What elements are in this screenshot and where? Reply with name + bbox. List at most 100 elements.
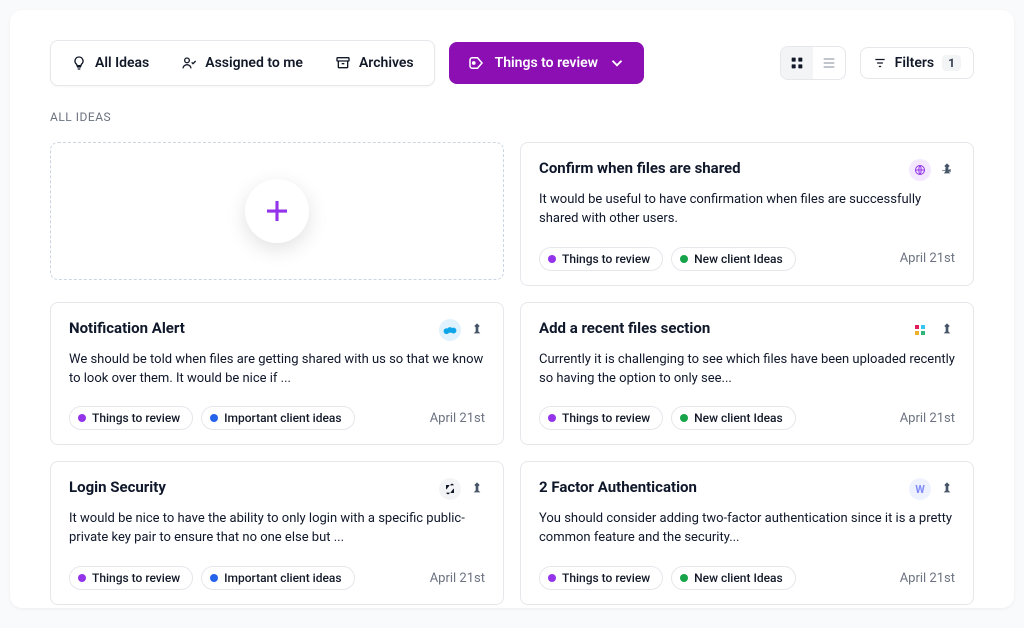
- card-tags: Things to review New client Ideas: [539, 406, 796, 430]
- card-header: 2 Factor Authentication W: [539, 478, 955, 500]
- source-slack-icon: [909, 319, 931, 341]
- plus-icon: [262, 196, 292, 226]
- card-tags: Things to review Important client ideas: [69, 406, 355, 430]
- card-header: Add a recent files section: [539, 319, 955, 341]
- tag-icon: [467, 54, 485, 72]
- list-icon: [821, 55, 837, 71]
- view-list-button[interactable]: [813, 47, 845, 79]
- section-label: ALL IDEAS: [50, 110, 974, 124]
- idea-card[interactable]: Add a recent files section Currently it …: [520, 302, 974, 446]
- card-title: Notification Alert: [69, 319, 185, 337]
- pin-icon[interactable]: [469, 481, 485, 497]
- source-salesforce-icon: [439, 319, 461, 341]
- filters-label: Filters: [895, 55, 934, 71]
- user-check-icon: [181, 55, 197, 71]
- tab-label: Things to review: [495, 55, 598, 71]
- card-footer: Things to review Important client ideas …: [69, 406, 485, 430]
- dot-icon: [210, 414, 218, 422]
- card-icons: [909, 319, 955, 341]
- card-title: Confirm when files are shared: [539, 159, 741, 177]
- tabs-pill: All Ideas Assigned to me Archives: [50, 40, 435, 86]
- card-description: You should consider adding two-factor au…: [539, 510, 955, 548]
- source-globe-icon: [909, 159, 931, 181]
- card-icons: [439, 478, 485, 500]
- card-tags: Things to review New client Ideas: [539, 247, 796, 271]
- source-w-icon: W: [909, 478, 931, 500]
- card-footer: Things to review New client Ideas April …: [539, 566, 955, 590]
- card-title: Login Security: [69, 478, 166, 496]
- filter-icon: [873, 56, 887, 70]
- dot-icon: [548, 574, 556, 582]
- card-description: Currently it is challenging to see which…: [539, 351, 955, 389]
- tag-things-to-review[interactable]: Things to review: [539, 566, 663, 590]
- tab-label: All Ideas: [95, 55, 149, 71]
- tabs: All Ideas Assigned to me Archives Things…: [50, 40, 644, 86]
- dot-icon: [548, 255, 556, 263]
- tag-things-to-review[interactable]: Things to review: [539, 247, 663, 271]
- idea-card[interactable]: Login Security It would be nice to have …: [50, 461, 504, 605]
- dot-icon: [78, 414, 86, 422]
- archive-icon: [335, 55, 351, 71]
- tab-assigned-to-me[interactable]: Assigned to me: [167, 47, 317, 79]
- tag-things-to-review[interactable]: Things to review: [69, 566, 193, 590]
- tab-label: Archives: [359, 55, 414, 71]
- card-header: Notification Alert: [69, 319, 485, 341]
- card-footer: Things to review New client Ideas April …: [539, 247, 955, 271]
- dot-icon: [680, 414, 688, 422]
- tag-things-to-review[interactable]: Things to review: [539, 406, 663, 430]
- card-title: 2 Factor Authentication: [539, 478, 697, 496]
- card-description: It would be useful to have confirmation …: [539, 191, 955, 229]
- dot-icon: [680, 574, 688, 582]
- view-grid-button[interactable]: [781, 47, 813, 79]
- pin-icon[interactable]: [469, 322, 485, 338]
- new-idea-card[interactable]: [50, 142, 504, 280]
- lightbulb-icon: [71, 55, 87, 71]
- tab-all-ideas[interactable]: All Ideas: [57, 47, 163, 79]
- view-toggle: [780, 46, 846, 80]
- card-description: We should be told when files are getting…: [69, 351, 485, 389]
- filters-button[interactable]: Filters 1: [860, 47, 974, 79]
- idea-card[interactable]: Confirm when files are shared It would b…: [520, 142, 974, 286]
- dot-icon: [210, 574, 218, 582]
- dot-icon: [680, 255, 688, 263]
- card-date: April 21st: [430, 411, 485, 426]
- tab-archives[interactable]: Archives: [321, 47, 428, 79]
- tag-new-client-ideas[interactable]: New client Ideas: [671, 247, 796, 271]
- card-icons: [909, 159, 955, 181]
- card-date: April 21st: [430, 571, 485, 586]
- card-tags: Things to review New client Ideas: [539, 566, 796, 590]
- card-header: Confirm when files are shared: [539, 159, 955, 181]
- dot-icon: [78, 574, 86, 582]
- dot-icon: [548, 414, 556, 422]
- topbar: All Ideas Assigned to me Archives Things…: [50, 40, 974, 86]
- pin-icon[interactable]: [939, 481, 955, 497]
- card-title: Add a recent files section: [539, 319, 710, 337]
- idea-card[interactable]: 2 Factor Authentication W You should con…: [520, 461, 974, 605]
- tab-label: Assigned to me: [205, 55, 303, 71]
- source-zendesk-icon: [439, 478, 461, 500]
- add-button[interactable]: [245, 179, 309, 243]
- card-date: April 21st: [900, 411, 955, 426]
- card-footer: Things to review New client Ideas April …: [539, 406, 955, 430]
- app-root: All Ideas Assigned to me Archives Things…: [10, 10, 1014, 608]
- card-date: April 21st: [900, 251, 955, 266]
- tag-important-client-ideas[interactable]: Important client ideas: [201, 566, 354, 590]
- chevron-down-icon: [608, 54, 626, 72]
- tag-things-to-review[interactable]: Things to review: [69, 406, 193, 430]
- pin-icon[interactable]: [939, 162, 955, 178]
- grid-icon: [789, 55, 805, 71]
- tag-new-client-ideas[interactable]: New client Ideas: [671, 566, 796, 590]
- tag-important-client-ideas[interactable]: Important client ideas: [201, 406, 354, 430]
- card-date: April 21st: [900, 571, 955, 586]
- idea-card[interactable]: Notification Alert We should be told whe…: [50, 302, 504, 446]
- right-controls: Filters 1: [780, 46, 974, 80]
- filters-count: 1: [942, 55, 961, 71]
- tag-new-client-ideas[interactable]: New client Ideas: [671, 406, 796, 430]
- card-footer: Things to review Important client ideas …: [69, 566, 485, 590]
- card-description: It would be nice to have the ability to …: [69, 510, 485, 548]
- card-icons: [439, 319, 485, 341]
- card-tags: Things to review Important client ideas: [69, 566, 355, 590]
- card-header: Login Security: [69, 478, 485, 500]
- pin-icon[interactable]: [939, 322, 955, 338]
- tab-things-to-review[interactable]: Things to review: [449, 42, 644, 84]
